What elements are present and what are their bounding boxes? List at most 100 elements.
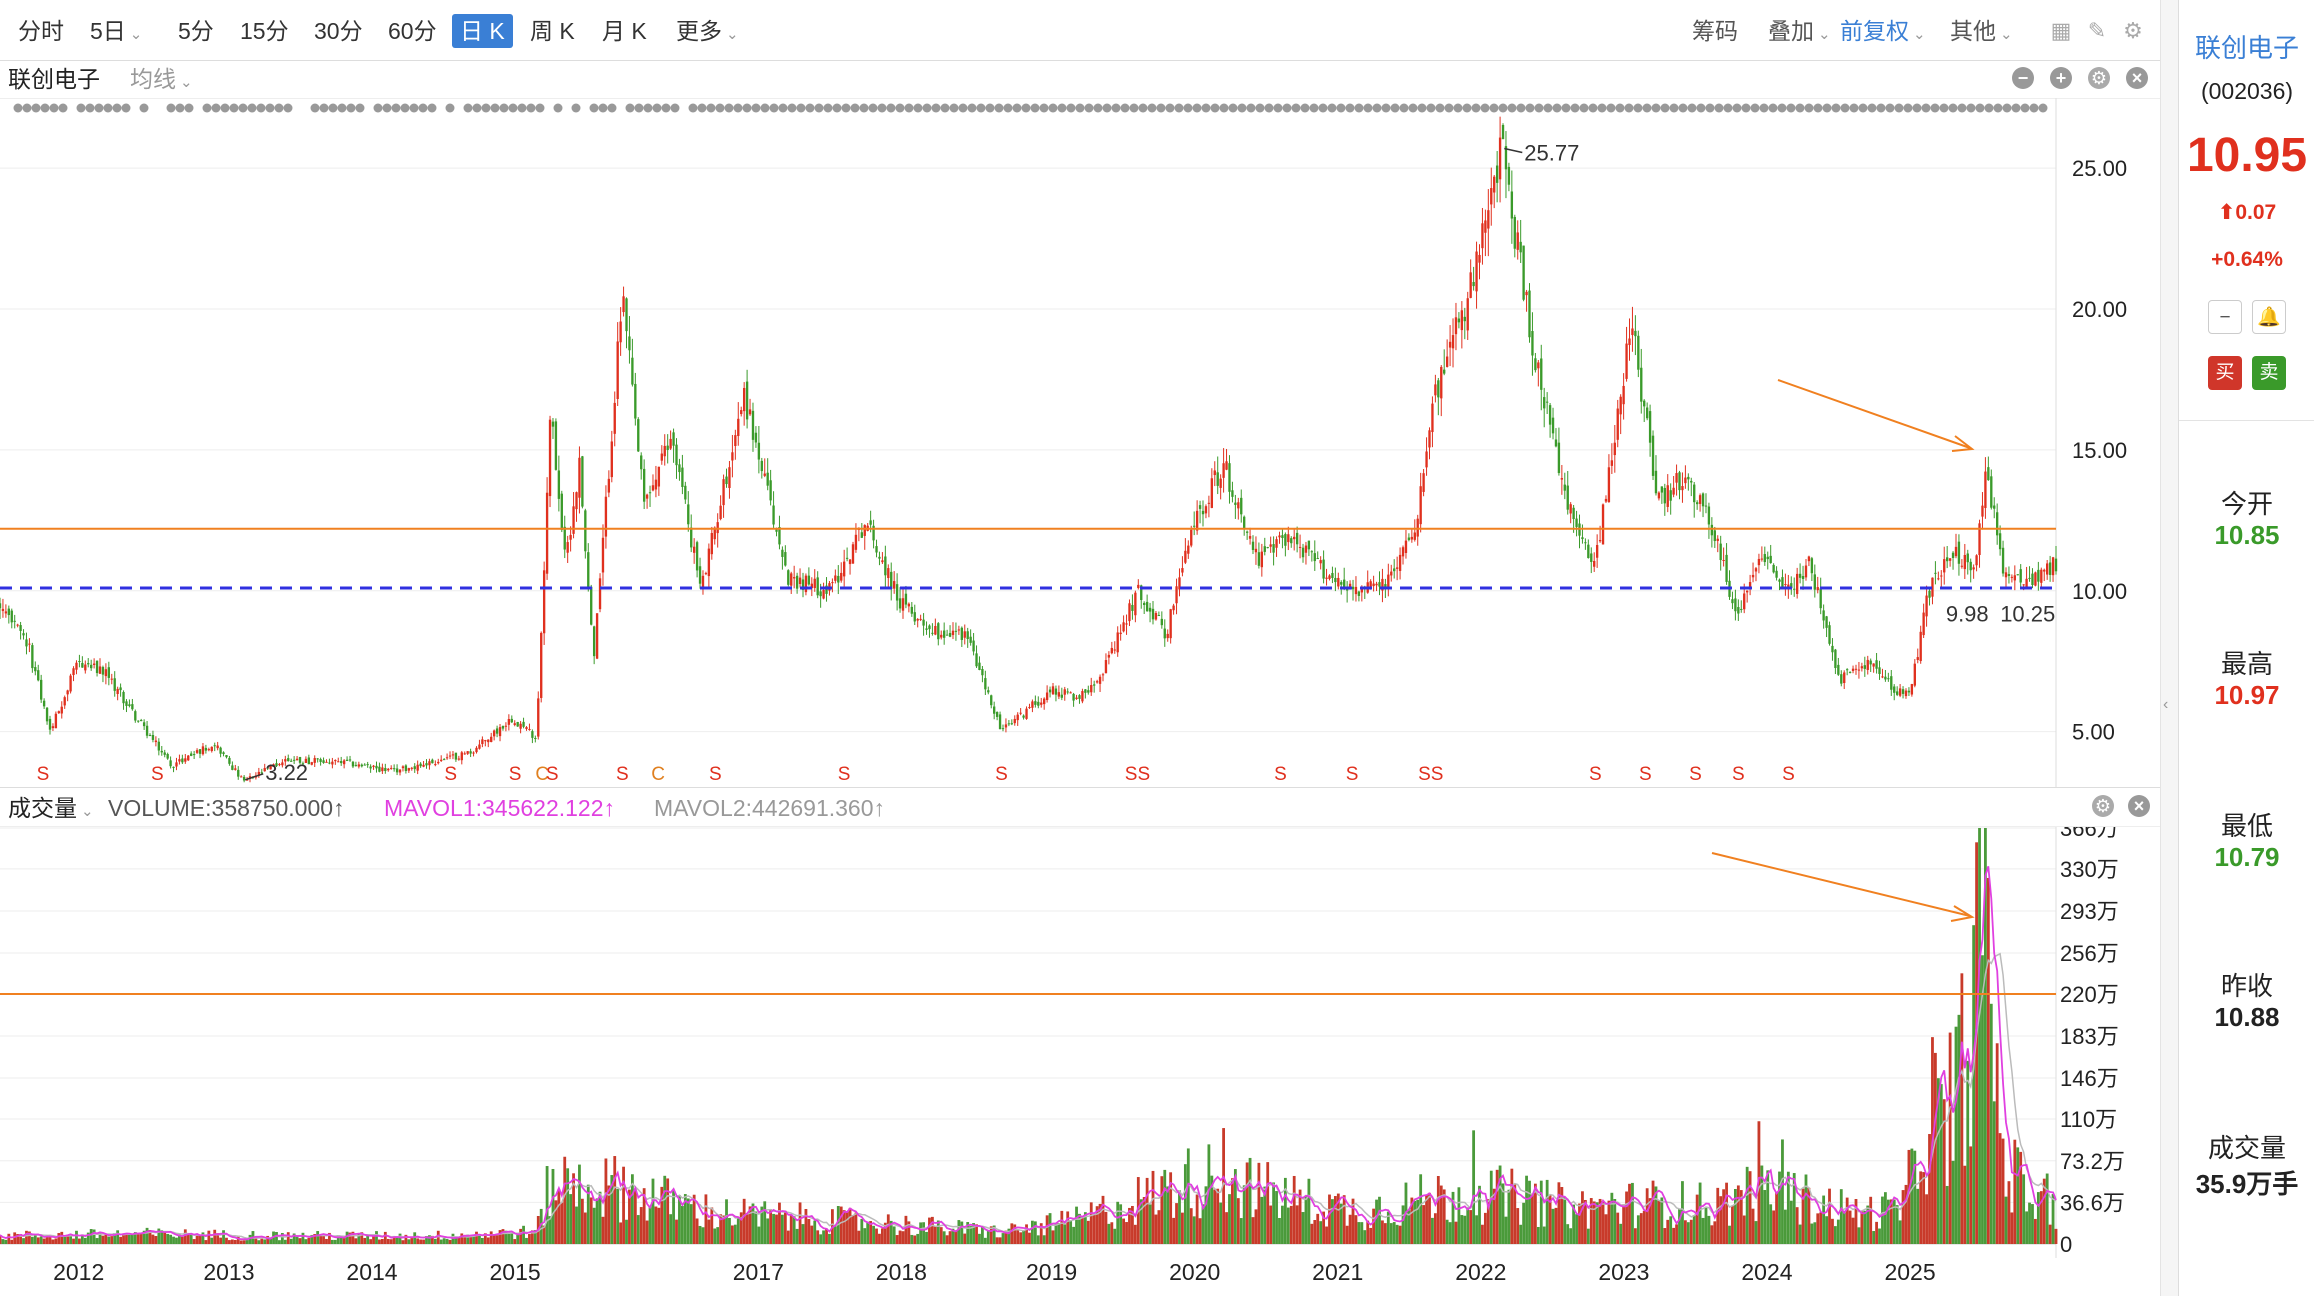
volume-bar [1345,1225,1349,1244]
event-dot [1858,103,1868,113]
volume-bar [878,1233,881,1244]
event-dot [310,103,320,113]
volume-bar [1551,1208,1555,1244]
volume-bar [975,1224,978,1244]
candle-body [1669,490,1672,501]
grid-lines [0,98,2057,1258]
candle-body [378,766,381,772]
volume-bar [204,1240,208,1244]
candle-body [1454,317,1458,335]
candle-body [963,631,966,638]
draw-pen-icon[interactable]: ✎ [2084,18,2110,44]
event-dots-row [13,103,2048,113]
tab-monthly-k[interactable]: 月 K [594,14,655,48]
candle-body [1857,669,1861,671]
adjust-dropdown[interactable]: 前复权 ⌄ [1840,14,1926,48]
tab-15min[interactable]: 15分 [232,14,297,48]
collapse-chevron-icon[interactable]: ‹ [2163,696,2168,714]
remove-watch-icon[interactable]: − [2208,300,2242,334]
other-dropdown[interactable]: 其他 ⌄ [1950,14,2013,48]
volume-bar [63,1236,67,1244]
candle-body [516,721,519,727]
indicator-dropdown[interactable]: 均线 ⌄ [130,64,193,98]
volume-bar [560,1202,564,1244]
event-dot [508,103,518,113]
volume-bar [801,1224,805,1244]
volume-bar [1666,1219,1670,1244]
signal-marker: S [37,764,50,785]
volume-bar [2013,1139,2017,1244]
candle-body [413,766,416,770]
tab-daily-k[interactable]: 日 K [452,14,513,48]
candle-body [1104,660,1108,674]
zoom-out-icon[interactable]: − [2012,67,2034,89]
volume-bar [1472,1130,1476,1244]
volume-indicator-dropdown[interactable]: 成交量 ⌄ [8,793,94,827]
zoom-in-icon[interactable]: + [2050,67,2072,89]
tab-30min[interactable]: 30分 [306,14,371,48]
close-icon[interactable]: × [2126,67,2148,89]
candle-body [887,568,890,579]
candle-body [1681,486,1684,491]
candle-body [1375,583,1378,586]
candle-body [1181,568,1184,573]
candle-body [1866,659,1869,670]
quote-side-panel: 联创电子 (002036) 10.95 ⬆0.07 +0.64% − 🔔 买 卖… [2178,0,2314,1296]
kline-volume-chart[interactable]: 25.773.229.98 10.25 S S S S CS S C S S S SS S S SS S S S S… [0,98,2160,1296]
chips-button[interactable]: 筹码 [1692,14,1738,48]
candle-body [1243,516,1246,529]
candle-body [1484,220,1487,233]
candle-body [366,764,369,766]
volume-bar [2028,1202,2031,1244]
time-axis: 2012 2013 2014 2015 2017 2018 2019 2020 2021 2022… [53,1259,1936,1285]
side-stock-name[interactable]: 联创电子 [2179,28,2314,65]
tab-5day[interactable]: 5日 ⌄ [82,14,150,48]
tab-more[interactable]: 更多 ⌄ [668,14,747,48]
tab-60min[interactable]: 60分 [380,14,445,48]
tab-weekly-k[interactable]: 周 K [522,14,583,48]
grid-layout-icon[interactable]: ▦ [2048,18,2074,44]
volume-settings-icon[interactable]: ⚙ [2092,795,2114,817]
candle-body [2040,569,2043,583]
alert-bell-icon[interactable]: 🔔 [2252,300,2286,334]
candle-body [425,763,428,766]
tab-intraday[interactable]: 分时 [10,14,72,48]
time-tick-label: 2022 [1455,1259,1506,1285]
candle-body [1434,384,1437,396]
volume-bar [1481,1224,1484,1244]
candle-body [1810,558,1814,574]
volume-bar [1031,1220,1034,1244]
panel-divider[interactable]: ‹ [2160,0,2179,1296]
volume-bar [1963,1165,1967,1244]
candle-body [1237,502,1240,509]
volume-bar [54,1238,58,1244]
buy-button[interactable]: 买 [2208,356,2242,390]
candle-body [584,510,587,552]
candle-body [1907,690,1911,693]
volume-bar [1816,1213,1820,1244]
volume-bar [269,1238,273,1244]
candle-body [1098,676,1102,684]
chart-settings-icon[interactable]: ⚙ [2088,67,2110,89]
settings-gear-icon[interactable]: ⚙ [2120,18,2146,44]
candle-body [775,529,778,532]
candle-body [1645,407,1649,419]
candle-body [1975,555,1978,566]
event-dot [904,103,914,113]
candle-body [1163,628,1166,639]
candle-body [1013,718,1016,724]
volume-close-icon[interactable]: × [2128,795,2150,817]
volume-bar [1848,1210,1852,1244]
candle-body [510,718,513,723]
prev-close-label: 昨收 [2220,971,2273,1001]
candle-body [157,741,161,751]
overlay-dropdown[interactable]: 叠加 ⌄ [1768,14,1831,48]
tab-5min[interactable]: 5分 [170,14,222,48]
candle-body [834,575,837,581]
candle-body [1343,579,1346,588]
sell-button[interactable]: 卖 [2252,356,2286,390]
volume-bar [169,1234,172,1244]
event-dot [1201,103,1211,113]
volume-bar [675,1219,678,1244]
candle-body [1260,551,1264,568]
